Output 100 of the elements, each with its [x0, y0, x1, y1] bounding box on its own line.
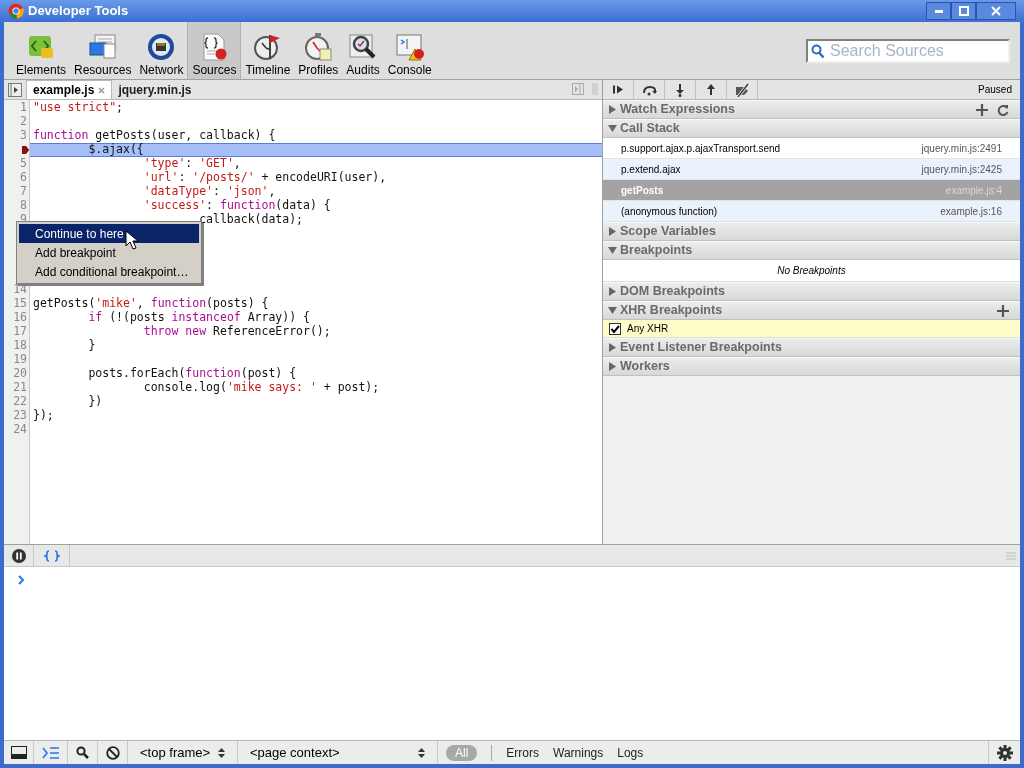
panel-tab[interactable]: Resources: [70, 22, 136, 79]
sidebar-toggle-icon[interactable]: [8, 83, 22, 97]
code-line: posts.forEach(function(post) {: [87, 365, 297, 381]
section-title: XHR Breakpoints: [620, 302, 724, 320]
code-line: callback(data);: [198, 211, 304, 229]
stopwatch-icon: [303, 32, 334, 62]
filter-button[interactable]: Logs: [617, 743, 644, 762]
section-header[interactable]: Scope Variables: [603, 222, 1020, 241]
panel-tab[interactable]: Sources: [187, 22, 242, 79]
section-header[interactable]: Event Listener Breakpoints: [603, 338, 1020, 357]
line-number: 5: [20, 155, 27, 172]
line-number: 22: [13, 393, 27, 410]
minimize-button[interactable]: [926, 2, 951, 20]
source-location[interactable]: jquery.min.js:2425: [921, 161, 1002, 177]
function-name: (anonymous function): [621, 204, 719, 219]
console-prompt-icon[interactable]: [18, 575, 25, 585]
section-title: DOM Breakpoints: [620, 283, 726, 301]
close-icon: [991, 6, 1001, 16]
console-icon: [41, 746, 60, 759]
code-line: }): [87, 393, 103, 411]
close-icon[interactable]: [98, 86, 106, 94]
code-line: 'dataType': 'json',: [142, 184, 276, 199]
search-icon: [76, 746, 89, 759]
menu-item[interactable]: Add conditional breakpoint…: [19, 262, 199, 281]
line-number: 23: [13, 407, 27, 424]
curly-braces-icon: [43, 549, 60, 562]
function-name: p.extend.ajax: [621, 162, 682, 177]
empty-message: No Breakpoints: [777, 264, 846, 278]
code-line: function getPosts(user, callback) {: [33, 127, 276, 143]
panel-tab[interactable]: Elements: [12, 22, 71, 79]
panel-tab[interactable]: Audits: [342, 22, 384, 79]
step-over-icon: [641, 83, 657, 96]
line-number: 19: [13, 351, 27, 368]
section-title: Scope Variables: [620, 223, 717, 241]
panel-tab[interactable]: Console: [383, 22, 436, 79]
close-button[interactable]: [976, 2, 1016, 20]
source-location[interactable]: example.js:16: [940, 203, 1002, 219]
section-header[interactable]: XHR Breakpoints: [603, 301, 1020, 320]
section-header[interactable]: Breakpoints: [603, 241, 1020, 260]
refresh-icon[interactable]: [997, 103, 1009, 116]
function-name: p.support.ajax.p.ajaxTransport.send: [621, 141, 782, 156]
code-line: console.log('mike says: ' + post);: [142, 380, 380, 397]
line-number: 21: [13, 379, 27, 396]
menu-item[interactable]: Continue to here: [19, 224, 199, 243]
menu-item[interactable]: Add breakpoint: [19, 243, 199, 262]
panel-tab[interactable]: Network: [135, 22, 188, 79]
section-title: Workers: [620, 358, 671, 376]
step-out-icon: [707, 82, 715, 97]
line-number: 7: [20, 183, 27, 200]
maximize-button[interactable]: [951, 2, 976, 20]
line-number: 3: [20, 127, 27, 145]
code-line: 'success': function(data) {: [142, 198, 331, 213]
panel-tab[interactable]: Profiles: [294, 22, 343, 79]
panel-toggle-icon[interactable]: [572, 83, 584, 95]
code-line: 'type': 'GET',: [142, 156, 241, 171]
code-line: getPosts('mike', function(posts) {: [33, 295, 269, 311]
section-title: Breakpoints: [620, 242, 694, 260]
call-frame-row[interactable]: p.support.ajax.p.ajaxTransport.send jquery.min.js:2491: [603, 138, 1020, 159]
code-line: }: [87, 337, 96, 355]
search-icon: [811, 43, 825, 59]
call-frame-row[interactable]: p.extend.ajax jquery.min.js:2425: [603, 159, 1020, 180]
dock-icon: [10, 746, 27, 759]
file-tab[interactable]: example.js: [26, 80, 113, 99]
section-title: Call Stack: [620, 120, 681, 138]
code-line: "use strict";: [33, 99, 124, 117]
code-line: });: [33, 407, 54, 425]
source-location[interactable]: jquery.min.js:2491: [921, 140, 1002, 156]
search-field[interactable]: Search Sources: [806, 38, 1010, 63]
documents-icon: [87, 32, 118, 62]
debugger-status: Paused: [978, 83, 1012, 97]
section-header[interactable]: DOM Breakpoints: [603, 282, 1020, 301]
gear-icon: [996, 744, 1013, 761]
file-tab[interactable]: jquery.min.js: [112, 80, 198, 99]
line-number: 24: [13, 421, 27, 439]
panel-tab[interactable]: Timeline: [241, 22, 295, 79]
context-select[interactable]: <page context>: [238, 741, 438, 764]
mouse-pointer-icon: [125, 230, 138, 250]
network-port-icon: [146, 32, 177, 62]
add-icon[interactable]: [997, 304, 1009, 317]
function-name: getPosts: [621, 183, 665, 198]
call-frame-row[interactable]: (anonymous function) example.js:16: [603, 201, 1020, 222]
filter-button[interactable]: Errors: [506, 743, 539, 762]
minimize-icon: [934, 9, 943, 13]
code-line: if (!(posts instanceof Array)) {: [87, 310, 310, 325]
section-header[interactable]: Call Stack: [603, 119, 1020, 138]
code-line: throw new ReferenceError();: [142, 324, 331, 341]
section-title: Event Listener Breakpoints: [620, 339, 783, 357]
add-icon[interactable]: [976, 103, 988, 116]
maximize-icon: [958, 6, 969, 16]
section-header[interactable]: Workers: [603, 357, 1020, 376]
no-entry-icon: [105, 745, 120, 760]
filter-button[interactable]: Warnings: [553, 743, 604, 762]
line-number: 6: [20, 169, 27, 186]
line-number: 18: [13, 337, 27, 354]
frame-select[interactable]: <top frame>: [128, 741, 238, 764]
code-line: 'url': '/posts/' + encodeURI(user),: [142, 170, 387, 185]
checkbox[interactable]: [609, 322, 621, 335]
section-header[interactable]: Watch Expressions: [603, 100, 1020, 119]
line-number: 8: [20, 197, 27, 214]
line-number: 2: [20, 113, 27, 130]
